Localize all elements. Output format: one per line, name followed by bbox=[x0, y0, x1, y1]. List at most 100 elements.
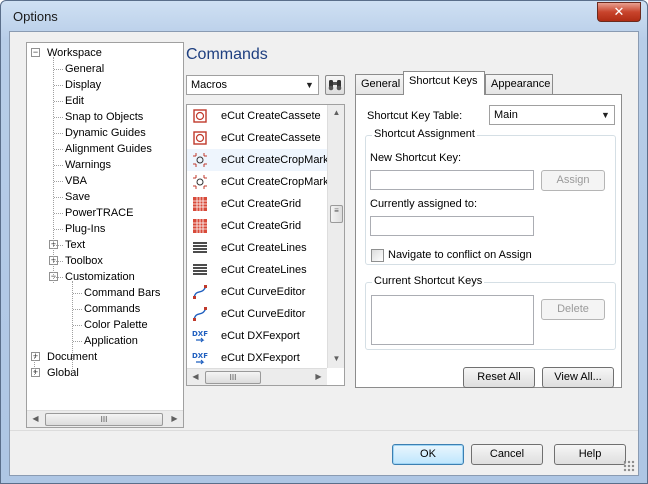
command-label: eCut CurveEditor bbox=[221, 286, 306, 298]
command-list-item[interactable]: eCut CreateGrid bbox=[187, 193, 329, 215]
tree-connector bbox=[54, 165, 63, 166]
command-vertical-scrollbar[interactable]: ▲ ≡ ▼ bbox=[327, 105, 344, 368]
tree-item-label: Edit bbox=[65, 95, 84, 107]
scroll-thumb-vertical[interactable]: ≡ bbox=[330, 205, 343, 223]
tree-item-save[interactable]: Save bbox=[65, 189, 90, 205]
tree-item-label: Text bbox=[65, 239, 86, 251]
command-list-item[interactable]: DXF eCut DXFexport bbox=[187, 347, 329, 369]
shortcut-table-dropdown[interactable]: Main ▼ bbox=[489, 105, 615, 125]
tree-connector bbox=[73, 293, 82, 294]
tree-item-text[interactable]: Text bbox=[65, 237, 85, 253]
view-all-button[interactable]: View All... bbox=[542, 367, 614, 388]
curve-editor-icon bbox=[192, 306, 208, 322]
tree-item-command-bars[interactable]: Command Bars bbox=[84, 285, 160, 301]
options-window: Options ✕ Workspace − General Display Edit Sn… bbox=[0, 0, 648, 484]
scroll-left-icon[interactable]: ◀ bbox=[27, 411, 44, 428]
tree-item-label: Commands bbox=[84, 303, 141, 315]
grid-icon bbox=[192, 196, 208, 212]
binoculars-icon bbox=[328, 80, 342, 91]
tree-item-warnings[interactable]: Warnings bbox=[65, 157, 111, 173]
tree-connector bbox=[73, 341, 82, 342]
tree-item-label: Color Palette bbox=[84, 319, 148, 331]
tree-item-label: Application bbox=[84, 335, 138, 347]
command-list-item[interactable]: eCut CurveEditor bbox=[187, 303, 329, 325]
scroll-thumb[interactable]: III bbox=[205, 371, 261, 384]
tree-item-powertrace[interactable]: PowerTRACE bbox=[65, 205, 133, 221]
currently-assigned-label: Currently assigned to: bbox=[370, 198, 477, 210]
tree-item-label: Dynamic Guides bbox=[65, 127, 146, 139]
close-icon: ✕ bbox=[613, 4, 625, 19]
collapse-icon[interactable]: − bbox=[31, 48, 40, 57]
tree-item-workspace[interactable]: Workspace bbox=[47, 45, 102, 61]
tab-appearance[interactable]: Appearance bbox=[485, 74, 553, 95]
navigate-conflict-label[interactable]: Navigate to conflict on Assign bbox=[388, 249, 532, 261]
tree-item-application[interactable]: Application bbox=[84, 333, 138, 349]
tree-item-display[interactable]: Display bbox=[65, 77, 101, 93]
command-label: eCut CreateGrid bbox=[221, 198, 302, 210]
help-button[interactable]: Help bbox=[554, 444, 626, 465]
tree-item-label: Toolbox bbox=[65, 255, 103, 267]
tree-item-label: Customization bbox=[65, 271, 135, 283]
command-list-item[interactable]: DXF eCut DXFexport bbox=[187, 325, 329, 347]
tab-general[interactable]: General bbox=[355, 74, 404, 95]
title-bar[interactable]: Options ✕ bbox=[1, 1, 647, 31]
new-shortcut-input[interactable] bbox=[370, 170, 534, 190]
reset-all-button[interactable]: Reset All bbox=[463, 367, 535, 388]
tree-item-plug-ins[interactable]: Plug-Ins bbox=[65, 221, 105, 237]
tree-item-label: Warnings bbox=[65, 159, 112, 171]
expand-icon[interactable]: + bbox=[31, 368, 40, 377]
tree-horizontal-scrollbar[interactable]: ◀ III ▶ bbox=[27, 410, 183, 427]
close-button[interactable]: ✕ bbox=[597, 2, 641, 22]
navigate-conflict-checkbox[interactable] bbox=[371, 249, 384, 262]
command-list-item[interactable]: eCut CreateCassete bbox=[187, 105, 329, 127]
tree-item-global[interactable]: Global bbox=[47, 365, 79, 381]
tree-item-commands[interactable]: Commands bbox=[84, 301, 140, 317]
shortcut-table-label: Shortcut Key Table: bbox=[367, 110, 463, 122]
command-list-item[interactable]: eCut CreateCassete bbox=[187, 127, 329, 149]
command-list-item[interactable]: eCut CurveEditor bbox=[187, 281, 329, 303]
scroll-right-icon[interactable]: ▶ bbox=[166, 411, 183, 428]
tree-item-color-palette[interactable]: Color Palette bbox=[84, 317, 148, 333]
tree-item-general[interactable]: General bbox=[65, 61, 104, 77]
command-horizontal-scrollbar[interactable]: ◀ III ▶ bbox=[187, 368, 327, 385]
tree-item-customization[interactable]: Customization bbox=[65, 269, 135, 285]
tree-item-edit[interactable]: Edit bbox=[65, 93, 84, 109]
command-label: eCut DXFexport bbox=[221, 330, 300, 342]
tab-shortcut-keys[interactable]: Shortcut Keys bbox=[403, 71, 485, 95]
command-list-item[interactable]: eCut CreateCropMarks bbox=[187, 149, 329, 171]
tree-connector bbox=[54, 197, 63, 198]
scroll-up-icon[interactable]: ▲ bbox=[328, 105, 344, 122]
chevron-down-icon: ▼ bbox=[601, 110, 610, 120]
cassete-icon bbox=[192, 108, 208, 124]
tree-item-vba[interactable]: VBA bbox=[65, 173, 87, 189]
command-label: eCut CreateGrid bbox=[221, 220, 302, 232]
tree-connector bbox=[54, 117, 63, 118]
category-dropdown[interactable]: Macros ▼ bbox=[186, 75, 319, 95]
ok-button[interactable]: OK bbox=[392, 444, 464, 465]
scroll-thumb[interactable]: III bbox=[45, 413, 163, 426]
command-list-item[interactable]: eCut CreateCropMarks bbox=[187, 171, 329, 193]
tree-item-label: VBA bbox=[65, 175, 88, 187]
dialog-client: Workspace − General Display Edit Snap to Obje… bbox=[9, 31, 639, 476]
cancel-button[interactable]: Cancel bbox=[471, 444, 543, 465]
command-label: eCut DXFexport bbox=[221, 352, 300, 364]
tree-item-alignment-guides[interactable]: Alignment Guides bbox=[65, 141, 152, 157]
scroll-right-icon[interactable]: ▶ bbox=[310, 369, 327, 385]
tree-connector bbox=[54, 261, 63, 262]
resize-grip[interactable] bbox=[623, 460, 635, 472]
scroll-down-icon[interactable]: ▼ bbox=[328, 351, 344, 368]
shortcut-table-value: Main bbox=[494, 109, 518, 121]
tree-item-dynamic-guides[interactable]: Dynamic Guides bbox=[65, 125, 146, 141]
assign-button[interactable]: Assign bbox=[541, 170, 605, 191]
scroll-left-icon[interactable]: ◀ bbox=[187, 369, 204, 385]
command-list-item[interactable]: eCut CreateLines bbox=[187, 259, 329, 281]
delete-button[interactable]: Delete bbox=[541, 299, 605, 320]
command-list-item[interactable]: eCut CreateLines bbox=[187, 237, 329, 259]
tree-connector bbox=[54, 133, 63, 134]
tree-item-toolbox[interactable]: Toolbox bbox=[65, 253, 103, 269]
expand-icon[interactable]: + bbox=[31, 352, 40, 361]
current-shortcut-list[interactable] bbox=[371, 295, 534, 345]
command-list-item[interactable]: eCut CreateGrid bbox=[187, 215, 329, 237]
tree-item-snap-to-objects[interactable]: Snap to Objects bbox=[65, 109, 143, 125]
find-button[interactable] bbox=[325, 75, 345, 95]
